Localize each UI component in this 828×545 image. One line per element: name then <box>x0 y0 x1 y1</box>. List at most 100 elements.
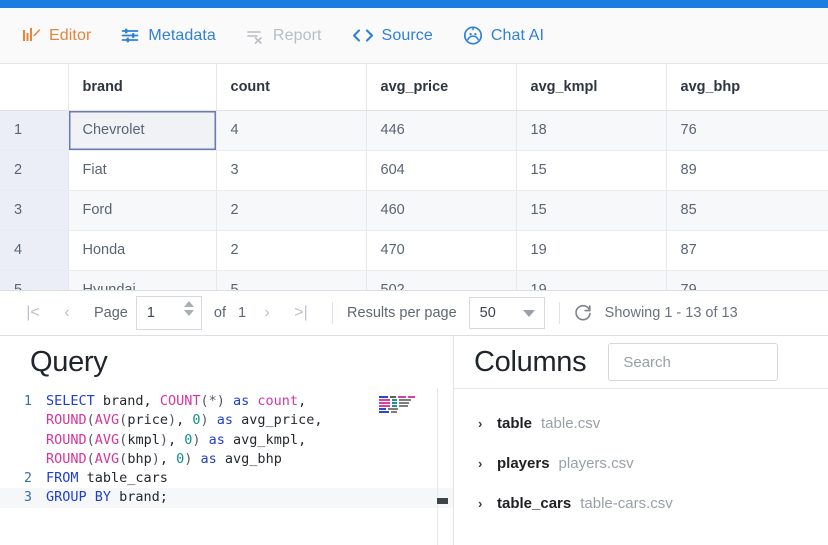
cell-avg-price[interactable]: 446 <box>366 110 517 151</box>
page-number-input[interactable]: 1 <box>135 296 202 330</box>
chevron-right-icon[interactable]: › <box>478 416 488 431</box>
tab-source[interactable]: Source <box>352 27 433 45</box>
line-number <box>0 411 46 430</box>
table-row[interactable]: 4 Honda 2 470 19 87 <box>0 230 828 271</box>
tab-editor[interactable]: Editor <box>22 27 91 45</box>
search-input[interactable] <box>623 353 764 371</box>
code-text[interactable]: ROUND(AVG(price), 0) as avg_price, <box>46 411 322 430</box>
line-number: 1 <box>23 393 32 409</box>
column-header-avg-kmpl[interactable]: avg_kmpl <box>516 64 667 111</box>
rownum-header-cell[interactable] <box>0 64 69 111</box>
tree-item-file: table.csv <box>541 414 601 432</box>
divider <box>332 302 334 324</box>
row-number[interactable]: 2 <box>0 150 69 191</box>
column-header-brand[interactable]: brand <box>68 64 217 111</box>
last-page-button[interactable]: >| <box>284 298 318 328</box>
results-grid[interactable]: brand count avg_price avg_kmpl avg_bhp 1… <box>0 64 828 290</box>
tab-editor-label: Editor <box>49 26 92 44</box>
code-text[interactable]: FROM table_cars <box>46 469 168 488</box>
table-row[interactable]: 1 Chevrolet 4 446 18 76 <box>0 110 828 151</box>
column-header-count[interactable]: count <box>216 64 367 111</box>
cell-brand[interactable]: Honda <box>68 230 217 271</box>
refresh-icon[interactable] <box>574 304 593 323</box>
pagination-bar: |< ‹ Page 1 of 1 › >| Results per page 5… <box>0 290 828 336</box>
chevron-right-icon[interactable]: › <box>478 456 488 471</box>
cell-brand[interactable]: Chevrolet <box>68 110 217 151</box>
header-row: brand count avg_price avg_kmpl avg_bhp <box>0 64 828 111</box>
prev-page-button[interactable]: ‹ <box>50 298 84 328</box>
stepper-down-icon[interactable] <box>183 310 194 316</box>
tree-item-table[interactable]: › table table.csv <box>454 403 828 443</box>
columns-title: Columns <box>474 345 587 378</box>
tree-item-file: players.csv <box>558 454 634 472</box>
cell-avg-price[interactable]: 604 <box>366 150 517 191</box>
code-minimap[interactable] <box>379 396 417 418</box>
cell-avg-bhp[interactable]: 87 <box>666 230 828 271</box>
cell-avg-bhp[interactable]: 79 <box>666 270 828 290</box>
view-tabs-toolbar: Editor Metadata Report Source Chat AI <box>0 8 828 64</box>
columns-panel: Columns › table table.csv › players play… <box>454 336 828 545</box>
line-number <box>0 431 46 450</box>
row-number[interactable]: 4 <box>0 230 69 271</box>
row-number[interactable]: 3 <box>0 190 69 231</box>
code-line[interactable]: 3 GROUP BY brand; <box>0 488 453 508</box>
tab-metadata[interactable]: Metadata <box>121 27 216 45</box>
cell-brand[interactable]: Hyundai <box>68 270 217 290</box>
cell-avg-kmpl[interactable]: 19 <box>516 270 667 290</box>
editor-scrollbar[interactable] <box>437 388 449 545</box>
cell-avg-kmpl[interactable]: 15 <box>516 190 667 231</box>
cell-count[interactable]: 4 <box>216 110 367 151</box>
table-row[interactable]: 5 Hyundai 5 502 19 79 <box>0 270 828 290</box>
tab-chat-ai[interactable]: Chat AI <box>463 26 544 45</box>
tab-report-label: Report <box>272 26 322 44</box>
cell-count[interactable]: 2 <box>216 230 367 271</box>
table-row[interactable]: 3 Ford 2 460 15 85 <box>0 190 828 231</box>
cell-avg-kmpl[interactable]: 19 <box>516 230 667 271</box>
code-text[interactable]: GROUP BY brand; <box>46 488 168 507</box>
table-row[interactable]: 2 Fiat 3 604 15 89 <box>0 150 828 191</box>
top-accent-bar <box>0 0 828 8</box>
cell-avg-price[interactable]: 460 <box>366 190 517 231</box>
page-stepper[interactable] <box>183 301 194 316</box>
chevron-right-icon[interactable]: › <box>478 496 488 511</box>
cell-avg-bhp[interactable]: 85 <box>666 190 828 231</box>
code-line[interactable]: ROUND(AVG(bhp), 0) as avg_bhp <box>0 450 453 469</box>
results-per-page-value: 50 <box>479 305 496 321</box>
cell-brand[interactable]: Ford <box>68 190 217 231</box>
tree-item-players[interactable]: › players players.csv <box>454 443 828 483</box>
first-page-button[interactable]: |< <box>16 298 50 328</box>
column-header-avg-bhp[interactable]: avg_bhp <box>666 64 828 111</box>
cell-avg-bhp[interactable]: 89 <box>666 150 828 191</box>
query-panel-header: Query <box>0 336 453 388</box>
of-label: of <box>213 305 226 321</box>
cell-count[interactable]: 2 <box>216 190 367 231</box>
cell-avg-kmpl[interactable]: 15 <box>516 150 667 191</box>
sql-code-editor[interactable]: 1 SELECT brand, COUNT(*) as count, ROUND… <box>0 388 453 545</box>
cell-brand[interactable]: Fiat <box>68 150 217 191</box>
cell-avg-kmpl[interactable]: 18 <box>516 110 667 151</box>
row-number[interactable]: 5 <box>0 270 69 290</box>
scrollbar-thumb[interactable] <box>437 498 448 504</box>
code-text[interactable]: SELECT brand, COUNT(*) as count, <box>46 392 306 411</box>
tab-metadata-label: Metadata <box>148 26 216 44</box>
results-per-page-select[interactable]: 50 <box>468 297 545 329</box>
row-number[interactable]: 1 <box>0 110 69 151</box>
code-line[interactable]: ROUND(AVG(kmpl), 0) as avg_kmpl, <box>0 431 453 450</box>
column-header-avg-price[interactable]: avg_price <box>366 64 517 111</box>
cell-avg-price[interactable]: 470 <box>366 230 517 271</box>
next-page-button[interactable]: › <box>250 298 284 328</box>
chart-edit-icon <box>22 27 41 44</box>
cell-avg-price[interactable]: 502 <box>366 270 517 290</box>
cell-count[interactable]: 5 <box>216 270 367 290</box>
chevron-down-icon <box>522 309 535 317</box>
cell-count[interactable]: 3 <box>216 150 367 191</box>
query-title: Query <box>30 345 108 378</box>
code-line[interactable]: 2 FROM table_cars <box>0 469 453 488</box>
code-text[interactable]: ROUND(AVG(bhp), 0) as avg_bhp <box>46 450 282 469</box>
tree-item-table-cars[interactable]: › table_cars table-cars.csv <box>454 483 828 523</box>
code-text[interactable]: ROUND(AVG(kmpl), 0) as avg_kmpl, <box>46 431 306 450</box>
search-input-wrapper[interactable] <box>608 343 779 381</box>
cell-avg-bhp[interactable]: 76 <box>666 110 828 151</box>
stepper-up-icon[interactable] <box>183 301 194 307</box>
tree-item-name: table_cars <box>497 494 572 512</box>
